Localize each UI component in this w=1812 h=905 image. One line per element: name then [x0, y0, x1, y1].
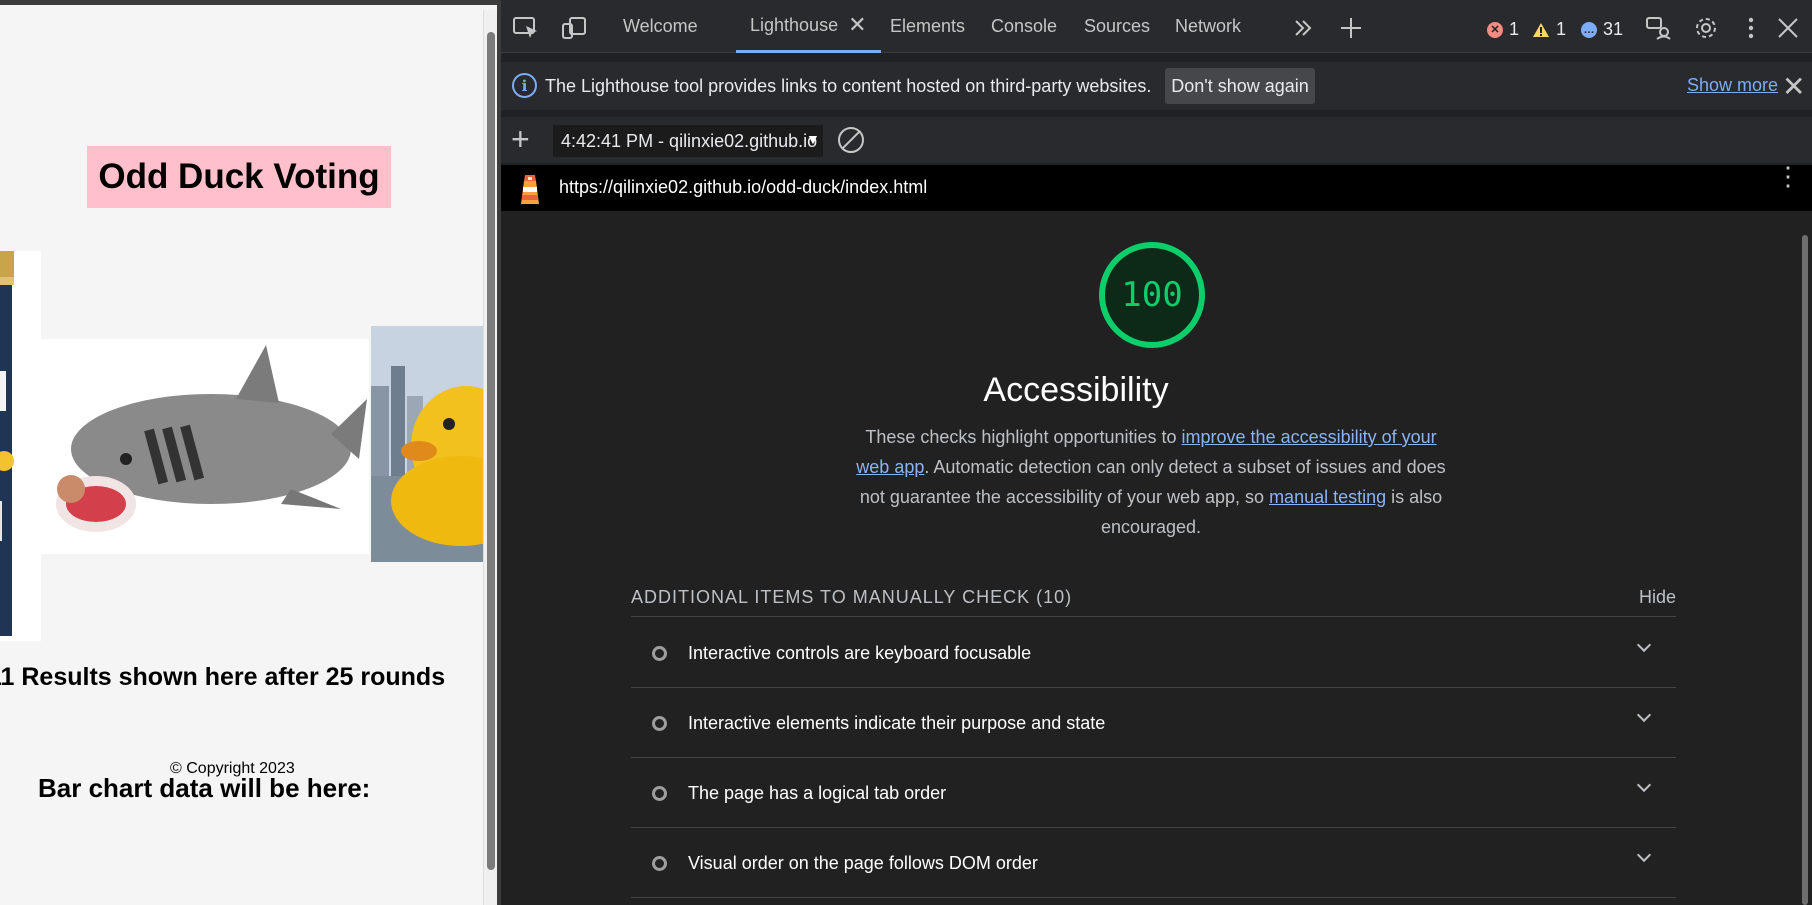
audit-label: Visual order on the page follows DOM ord…	[688, 853, 1038, 873]
report-scrollbar[interactable]	[1798, 211, 1812, 905]
close-banner-icon[interactable]: ✕	[1782, 70, 1805, 103]
report-url-bar: https://qilinxie02.github.io/odd-duck/in…	[501, 163, 1812, 211]
info-banner-text: The Lighthouse tool provides links to co…	[545, 76, 1152, 96]
tab-console[interactable]: Console	[991, 0, 1057, 53]
report-selector[interactable]: 4:42:41 PM - qilinxie02.github.io	[553, 125, 823, 157]
audit-status-icon	[652, 856, 667, 871]
page-scrollbar[interactable]	[483, 10, 497, 905]
chevron-down-icon[interactable]: ▼	[806, 131, 820, 147]
tab-sources[interactable]: Sources	[1084, 0, 1150, 53]
audit-item[interactable]: Interactive controls are keyboard focusa…	[631, 618, 1676, 688]
chevron-down-icon[interactable]	[1636, 777, 1652, 793]
product-image-duck[interactable]	[371, 326, 484, 562]
more-options-icon[interactable]	[1737, 14, 1765, 42]
tab-welcome[interactable]: Welcome	[623, 0, 698, 53]
score-value: 100	[1121, 275, 1183, 315]
audit-label: The page has a logical tab order	[688, 783, 947, 803]
audit-item[interactable]: Visual order on the page follows DOM ord…	[631, 828, 1676, 898]
close-devtools-icon[interactable]	[1774, 14, 1802, 42]
clear-reports-icon[interactable]	[838, 127, 864, 153]
tab-console-label: Console	[991, 16, 1058, 36]
manual-testing-link[interactable]: manual testing	[1269, 487, 1386, 507]
tab-sources-label: Sources	[1084, 16, 1151, 36]
category-description: These checks highlight opportunities to …	[851, 422, 1451, 542]
tab-welcome-label: Welcome	[623, 16, 698, 36]
category-title: Accessibility	[983, 371, 1169, 409]
close-tab-icon[interactable]: ✕	[848, 12, 866, 38]
tab-elements[interactable]: Elements	[890, 0, 965, 53]
audit-label: Interactive controls are keyboard focusa…	[688, 643, 1032, 663]
chevron-down-icon[interactable]	[1636, 707, 1652, 723]
warning-icon	[1533, 22, 1549, 37]
audit-status-icon	[652, 646, 667, 661]
tab-lighthouse[interactable]: Lighthouse ✕	[736, 0, 881, 53]
message-count[interactable]: … 31	[1581, 19, 1623, 40]
tab-elements-label: Elements	[890, 16, 966, 36]
info-icon: i	[512, 73, 537, 98]
add-tab-icon[interactable]	[1337, 14, 1365, 42]
chart-heading: Bar chart data will be here:	[38, 773, 371, 803]
show-more-link[interactable]: Show more	[1687, 75, 1778, 96]
report-scroll-thumb[interactable]	[1802, 235, 1808, 905]
device-toolbar-icon[interactable]	[560, 14, 588, 42]
more-tabs-icon[interactable]	[1289, 14, 1317, 42]
error-count-text: 1	[1509, 19, 1520, 39]
devtools-tabbar: Welcome Lighthouse ✕ Elements Console So…	[501, 0, 1812, 53]
tab-lighthouse-label: Lighthouse	[750, 14, 839, 35]
product-image-can[interactable]	[0, 251, 41, 641]
message-icon: …	[1581, 21, 1597, 38]
tab-network-label: Network	[1175, 16, 1242, 36]
lighthouse-toolbar: + 4:42:41 PM - qilinxie02.github.io ▼	[501, 117, 1812, 163]
error-count[interactable]: ✕ 1	[1487, 19, 1519, 40]
dont-show-again-button[interactable]: Don't show again	[1165, 68, 1315, 104]
new-report-icon[interactable]: +	[511, 121, 530, 158]
manual-checks-title: ADDITIONAL ITEMS TO MANUALLY CHECK (10)	[631, 587, 1073, 607]
page-viewport: Odd Duck Voting 11 Results shown here af…	[0, 0, 497, 905]
report-url: https://qilinxie02.github.io/odd-duck/in…	[559, 177, 928, 197]
page-title: Odd Duck Voting	[87, 146, 391, 208]
tab-network[interactable]: Network	[1175, 0, 1241, 53]
info-banner: i The Lighthouse tool provides links to …	[501, 62, 1812, 110]
audit-item[interactable]: Interactive elements indicate their purp…	[631, 688, 1676, 758]
audit-label: Interactive elements indicate their purp…	[688, 713, 1106, 733]
report-menu-icon[interactable]: ⋮	[1775, 163, 1801, 189]
chevron-down-icon[interactable]	[1636, 847, 1652, 863]
feedback-icon[interactable]	[1644, 14, 1672, 42]
audit-item[interactable]: The page has a logical tab order	[631, 758, 1676, 828]
manual-checks-header: ADDITIONAL ITEMS TO MANUALLY CHECK (10) …	[631, 573, 1676, 617]
lighthouse-logo-icon	[521, 175, 539, 204]
audit-status-icon	[652, 786, 667, 801]
chevron-down-icon[interactable]	[1636, 637, 1652, 653]
warning-count[interactable]: 1	[1532, 19, 1566, 40]
audit-status-icon	[652, 716, 667, 731]
description-text: These checks highlight opportunities to	[865, 427, 1182, 447]
devtools-panel: Welcome Lighthouse ✕ Elements Console So…	[501, 0, 1812, 905]
message-count-text: 31	[1603, 19, 1624, 39]
hide-button[interactable]: Hide	[1639, 587, 1676, 608]
warning-count-text: 1	[1556, 19, 1567, 39]
error-icon: ✕	[1487, 21, 1503, 38]
page-scroll-thumb[interactable]	[487, 32, 495, 870]
settings-gear-icon[interactable]	[1692, 14, 1720, 42]
product-image-shark[interactable]	[41, 339, 369, 554]
lighthouse-report: 100 Accessibility These checks highlight…	[501, 211, 1798, 905]
inspect-element-icon[interactable]	[512, 14, 540, 42]
results-text: 11 Results shown here after 25 rounds	[0, 663, 446, 691]
